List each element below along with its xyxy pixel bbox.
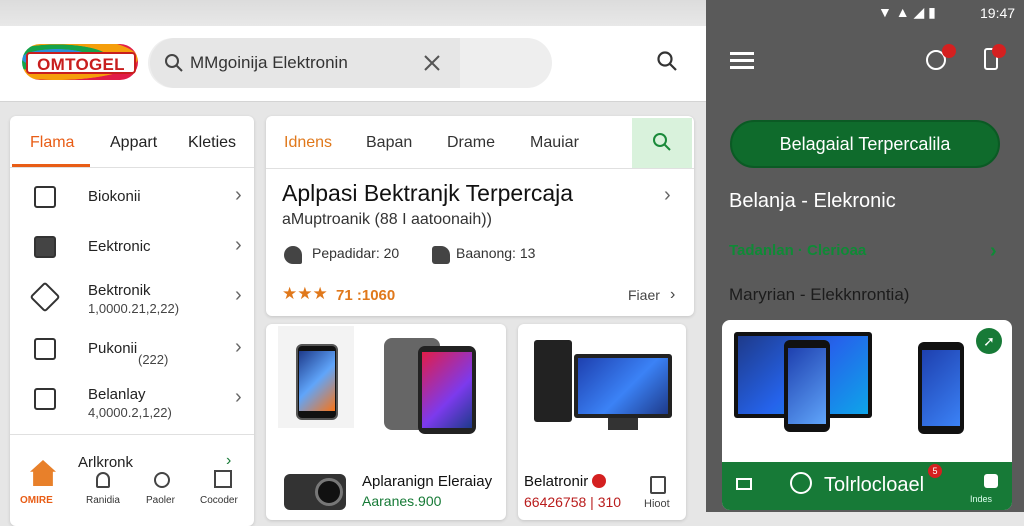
chevron-right-icon: › [235,234,242,256]
document-icon [34,338,56,360]
category-label: Eektronic [88,238,151,255]
notification-badge: 5 [928,464,942,478]
chevron-right-icon: › [235,284,242,306]
app-subtitle: aMuptroanik (88 I aatoonaih)) [282,211,492,228]
cart-label[interactable]: Indes [970,494,992,504]
product-name: Aplaranign Eleraiay [362,473,493,490]
download-icon [284,246,302,264]
pc-tower-image [534,340,572,422]
product-price: Aaranes.900 [362,493,442,509]
tab-kleties[interactable]: Kleties [188,134,236,152]
tab-idnens[interactable]: Idnens [284,134,332,152]
divider [10,434,254,435]
cart-icon[interactable] [984,474,998,488]
nav-label-home[interactable]: OMIRE [20,495,53,506]
search-icon [790,472,812,494]
chevron-right-icon: › [235,386,242,408]
menu-icon[interactable] [730,52,754,55]
category-item[interactable]: Pukonii (222) › [10,324,254,376]
search-query[interactable]: MMgoinija Elektronin [190,53,348,73]
camera-lens [315,478,343,506]
tab-mauiar[interactable]: Mauiar [530,134,579,152]
status-time: 19:47 [980,5,1016,21]
chevron-right-icon: › [235,184,242,206]
category-label: Belanlay [88,386,146,403]
user-icon[interactable] [96,472,110,488]
rating-value: 71 :1060 [336,287,396,304]
tab-drame[interactable]: Drame [447,134,495,152]
chevron-right-icon: › [670,286,676,303]
tag-icon [432,246,450,264]
tab-appart[interactable]: Appart [110,134,157,152]
stat-downloads: Pepadidar: 20 [312,245,400,261]
phone-screen [422,352,472,428]
chevron-right-icon[interactable]: › [664,184,671,207]
category-item[interactable]: Bektronik 1,0000.21,2,22) › [10,272,254,324]
chevron-right-icon[interactable]: › [990,240,997,263]
category-count: 1,0000.21,2,22) [88,301,180,316]
section-link[interactable]: Tadanlan · Clerioaa [729,242,866,259]
phone-screen [922,350,960,426]
nav-label[interactable]: Paoler [146,495,175,506]
category-label: Pukonii [88,340,138,357]
notification-badge [992,44,1006,58]
notification-badge [942,44,956,58]
filter-link[interactable]: Fiaer [628,287,660,303]
notification-badge [592,474,606,488]
top-strip [0,0,706,26]
close-icon[interactable] [422,53,442,73]
brand-logo-text: OMTOGEL [26,52,136,74]
product-price: 66426758 | 310 [524,494,622,510]
nav-label[interactable]: Cocoder [200,495,238,506]
search-icon[interactable] [656,50,678,72]
book-icon[interactable] [736,478,752,490]
divider [266,168,694,169]
monitor-stand [608,418,638,430]
section-heading: Belanja - Elekronic [729,190,896,212]
device-icon [34,236,56,258]
category-item[interactable]: Belanlay 4,0000.2,1,22) › [10,374,254,426]
category-count: (222) [138,352,169,367]
tool-icon [29,281,61,313]
search-icon [653,133,671,151]
stat-reviews: Baanong: 13 [456,245,536,261]
category-label: Biokonii [88,188,141,205]
save-icon[interactable] [650,476,666,494]
phone-screen [788,348,826,424]
tab-bapan[interactable]: Bapan [366,134,412,152]
star-rating-icon: ★★★ [282,284,328,303]
signal-icons: ▼ ▲ ◢ ▮ [878,4,936,20]
monitor-screen [578,358,668,414]
category-item[interactable]: Eektronic › [10,222,254,274]
tab-flama[interactable]: Flama [30,134,74,152]
category-label[interactable]: Arlkronk [78,454,133,471]
search-icon [165,54,183,72]
chevron-right-icon: › [235,336,242,358]
product-name: Belatronir [524,473,589,490]
grid-icon[interactable] [214,470,232,488]
profile-icon[interactable] [154,472,170,488]
checkbox-icon [34,388,56,410]
divider [10,167,254,168]
section-subtitle: Maryrian - Elekknrontia) [729,285,910,304]
category-count: 4,0000.2,1,22) [88,405,172,420]
save-label[interactable]: Hioot [644,498,670,510]
phone-screen [299,351,335,411]
chevron-down-icon: › [226,452,232,469]
share-icon[interactable]: ➚ [976,328,1002,354]
primary-button-label: Belagaial Terpercalila [779,134,951,154]
camera-icon [34,186,56,208]
action-bar-label[interactable]: Tolrlocloael [824,474,924,497]
category-item[interactable]: Biokonii › [10,172,254,224]
category-label: Bektronik [88,282,151,299]
app-title: Aplpasi Bektranjk Terpercaja [282,180,574,206]
nav-label[interactable]: Ranidia [86,495,120,506]
